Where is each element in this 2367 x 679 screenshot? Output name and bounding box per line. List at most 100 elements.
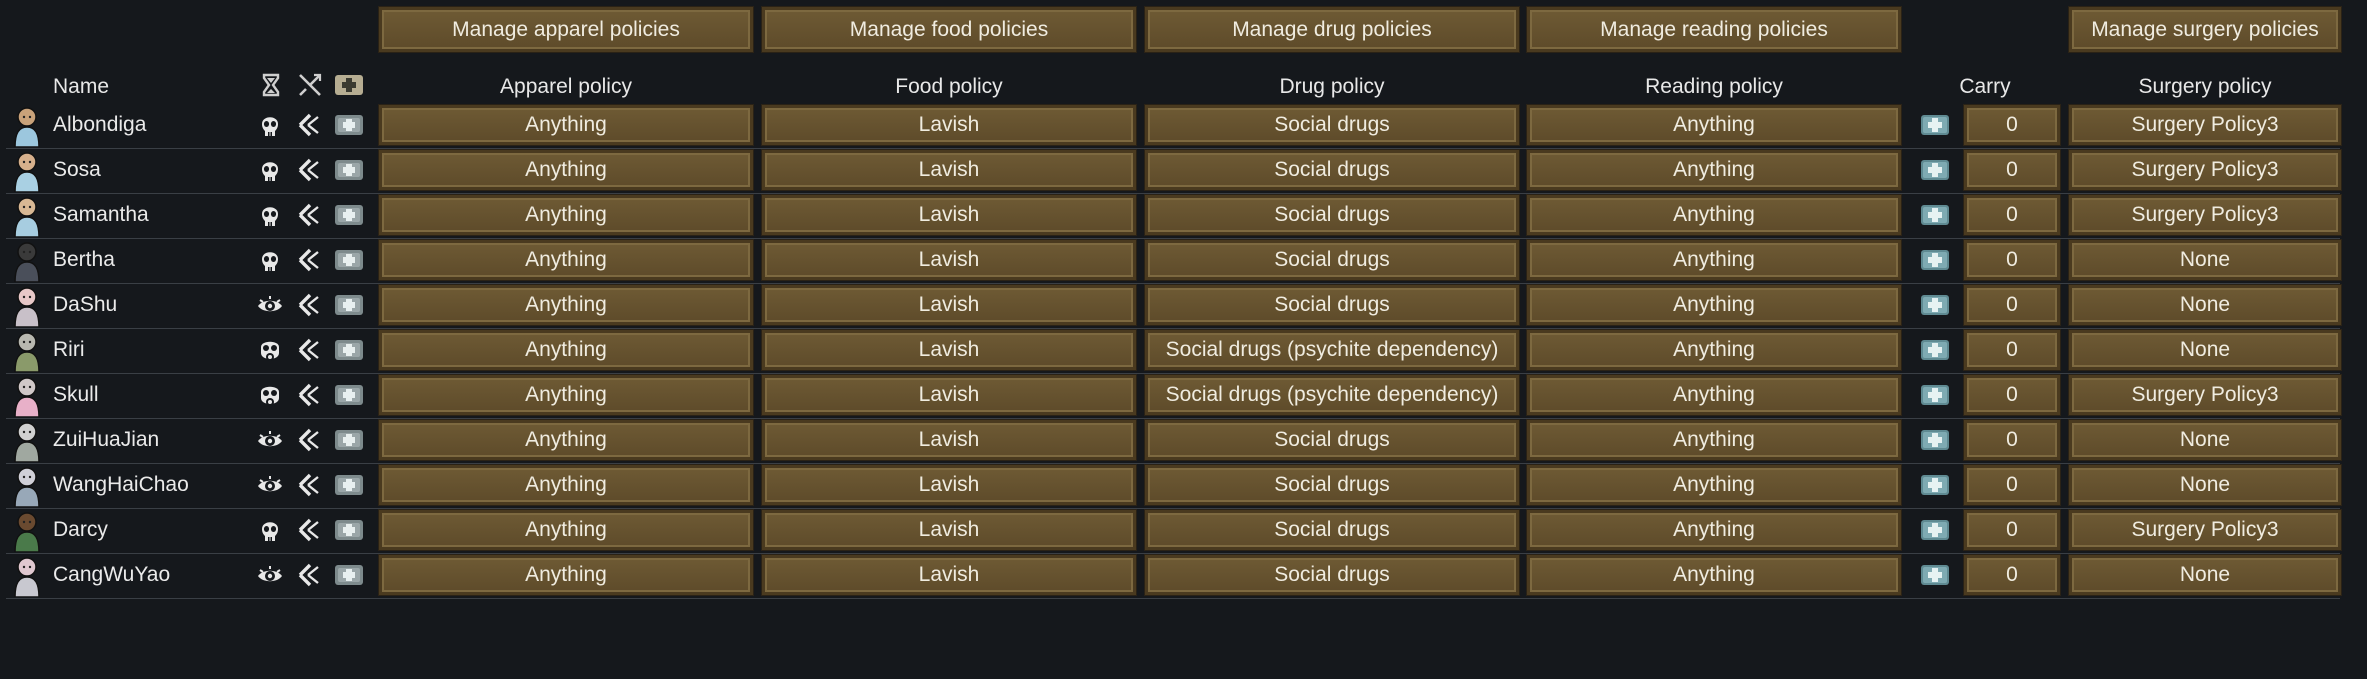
- reading-policy-selector[interactable]: Anything: [1527, 105, 1901, 145]
- skull-icon[interactable]: [256, 247, 284, 275]
- medical-care-icon[interactable]: [334, 247, 363, 275]
- carry-add-icon[interactable]: [1920, 159, 1950, 181]
- carry-amount-field[interactable]: 0: [1964, 150, 2060, 190]
- eye-icon[interactable]: [256, 427, 284, 455]
- pawn-avatar[interactable]: [9, 373, 45, 418]
- apparel-policy-selector[interactable]: Anything: [379, 150, 753, 190]
- gasmask-icon[interactable]: [256, 337, 284, 365]
- food-policy-selector[interactable]: Lavish: [762, 375, 1136, 415]
- manage-drug-policies-button[interactable]: Manage drug policies: [1145, 7, 1519, 52]
- food-policy-selector[interactable]: Lavish: [762, 510, 1136, 550]
- melee-toggle-icon[interactable]: [296, 472, 324, 500]
- surgery-policy-selector[interactable]: None: [2069, 555, 2341, 595]
- reading-policy-selector[interactable]: Anything: [1527, 420, 1901, 460]
- melee-toggle-icon[interactable]: [296, 202, 324, 230]
- melee-toggle-icon[interactable]: [296, 382, 324, 410]
- apparel-policy-selector[interactable]: Anything: [379, 510, 753, 550]
- apparel-policy-selector[interactable]: Anything: [379, 195, 753, 235]
- reading-policy-selector[interactable]: Anything: [1527, 510, 1901, 550]
- pawn-avatar[interactable]: [9, 553, 45, 598]
- surgery-policy-selector[interactable]: Surgery Policy3: [2069, 510, 2341, 550]
- eye-icon[interactable]: [256, 472, 284, 500]
- food-policy-selector[interactable]: Lavish: [762, 465, 1136, 505]
- pawn-avatar[interactable]: [9, 193, 45, 238]
- melee-toggle-icon[interactable]: [296, 157, 324, 185]
- header-surgery-policy[interactable]: Surgery policy: [2069, 72, 2341, 102]
- carry-add-icon[interactable]: [1920, 114, 1950, 136]
- apparel-policy-selector[interactable]: Anything: [379, 285, 753, 325]
- carry-add-icon[interactable]: [1920, 564, 1950, 586]
- pawn-name[interactable]: Albondiga: [53, 103, 146, 147]
- surgery-policy-selector[interactable]: None: [2069, 285, 2341, 325]
- reading-policy-selector[interactable]: Anything: [1527, 465, 1901, 505]
- surgery-policy-selector[interactable]: None: [2069, 420, 2341, 460]
- drug-policy-selector[interactable]: Social drugs: [1145, 240, 1519, 280]
- medical-care-icon[interactable]: [334, 157, 363, 185]
- header-name[interactable]: Name: [53, 72, 253, 102]
- drug-policy-selector[interactable]: Social drugs: [1145, 510, 1519, 550]
- manage-surgery-policies-button[interactable]: Manage surgery policies: [2069, 7, 2341, 52]
- pawn-avatar[interactable]: [9, 238, 45, 283]
- eye-icon[interactable]: [256, 292, 284, 320]
- food-policy-selector[interactable]: Lavish: [762, 150, 1136, 190]
- manage-food-policies-button[interactable]: Manage food policies: [762, 7, 1136, 52]
- carry-add-icon[interactable]: [1920, 474, 1950, 496]
- header-food-policy[interactable]: Food policy: [762, 72, 1136, 102]
- apparel-policy-selector[interactable]: Anything: [379, 555, 753, 595]
- melee-toggle-icon[interactable]: [296, 427, 324, 455]
- reading-policy-selector[interactable]: Anything: [1527, 150, 1901, 190]
- drug-policy-selector[interactable]: Social drugs: [1145, 465, 1519, 505]
- drug-policy-selector[interactable]: Social drugs: [1145, 555, 1519, 595]
- surgery-policy-selector[interactable]: Surgery Policy3: [2069, 195, 2341, 235]
- medical-care-icon[interactable]: [334, 382, 363, 410]
- food-policy-selector[interactable]: Lavish: [762, 105, 1136, 145]
- reading-policy-selector[interactable]: Anything: [1527, 195, 1901, 235]
- apparel-policy-selector[interactable]: Anything: [379, 330, 753, 370]
- pawn-name[interactable]: Darcy: [53, 508, 108, 552]
- drug-policy-selector[interactable]: Social drugs (psychite dependency): [1145, 375, 1519, 415]
- carry-amount-field[interactable]: 0: [1964, 285, 2060, 325]
- carry-add-icon[interactable]: [1920, 294, 1950, 316]
- reading-policy-selector[interactable]: Anything: [1527, 240, 1901, 280]
- food-policy-selector[interactable]: Lavish: [762, 420, 1136, 460]
- food-policy-selector[interactable]: Lavish: [762, 555, 1136, 595]
- header-carry[interactable]: Carry: [1910, 72, 2060, 102]
- pawn-avatar[interactable]: [9, 283, 45, 328]
- apparel-policy-selector[interactable]: Anything: [379, 240, 753, 280]
- melee-toggle-icon[interactable]: [296, 292, 324, 320]
- medical-care-icon[interactable]: [334, 517, 363, 545]
- apparel-policy-selector[interactable]: Anything: [379, 375, 753, 415]
- carry-amount-field[interactable]: 0: [1964, 465, 2060, 505]
- medical-care-icon[interactable]: [334, 562, 363, 590]
- manage-apparel-policies-button[interactable]: Manage apparel policies: [379, 7, 753, 52]
- surgery-policy-selector[interactable]: Surgery Policy3: [2069, 105, 2341, 145]
- melee-toggle-icon[interactable]: [296, 337, 324, 365]
- header-drug-policy[interactable]: Drug policy: [1145, 72, 1519, 102]
- pawn-name[interactable]: CangWuYao: [53, 553, 170, 597]
- surgery-policy-selector[interactable]: None: [2069, 465, 2341, 505]
- medical-plus-icon[interactable]: [334, 70, 364, 100]
- pawn-name[interactable]: WangHaiChao: [53, 463, 189, 507]
- pawn-name[interactable]: Samantha: [53, 193, 149, 237]
- skull-icon[interactable]: [256, 157, 284, 185]
- food-policy-selector[interactable]: Lavish: [762, 240, 1136, 280]
- reading-policy-selector[interactable]: Anything: [1527, 555, 1901, 595]
- surgery-policy-selector[interactable]: Surgery Policy3: [2069, 150, 2341, 190]
- drug-policy-selector[interactable]: Social drugs: [1145, 285, 1519, 325]
- carry-amount-field[interactable]: 0: [1964, 330, 2060, 370]
- surgery-policy-selector[interactable]: Surgery Policy3: [2069, 375, 2341, 415]
- apparel-policy-selector[interactable]: Anything: [379, 465, 753, 505]
- medical-care-icon[interactable]: [334, 112, 363, 140]
- no-melee-icon[interactable]: [295, 70, 325, 100]
- drug-policy-selector[interactable]: Social drugs: [1145, 420, 1519, 460]
- drug-policy-selector[interactable]: Social drugs: [1145, 105, 1519, 145]
- skull-icon[interactable]: [256, 112, 284, 140]
- melee-toggle-icon[interactable]: [296, 517, 324, 545]
- carry-amount-field[interactable]: 0: [1964, 510, 2060, 550]
- carry-add-icon[interactable]: [1920, 519, 1950, 541]
- reading-policy-selector[interactable]: Anything: [1527, 285, 1901, 325]
- surgery-policy-selector[interactable]: None: [2069, 240, 2341, 280]
- hourglass-icon[interactable]: [256, 70, 286, 100]
- reading-policy-selector[interactable]: Anything: [1527, 330, 1901, 370]
- skull-icon[interactable]: [256, 202, 284, 230]
